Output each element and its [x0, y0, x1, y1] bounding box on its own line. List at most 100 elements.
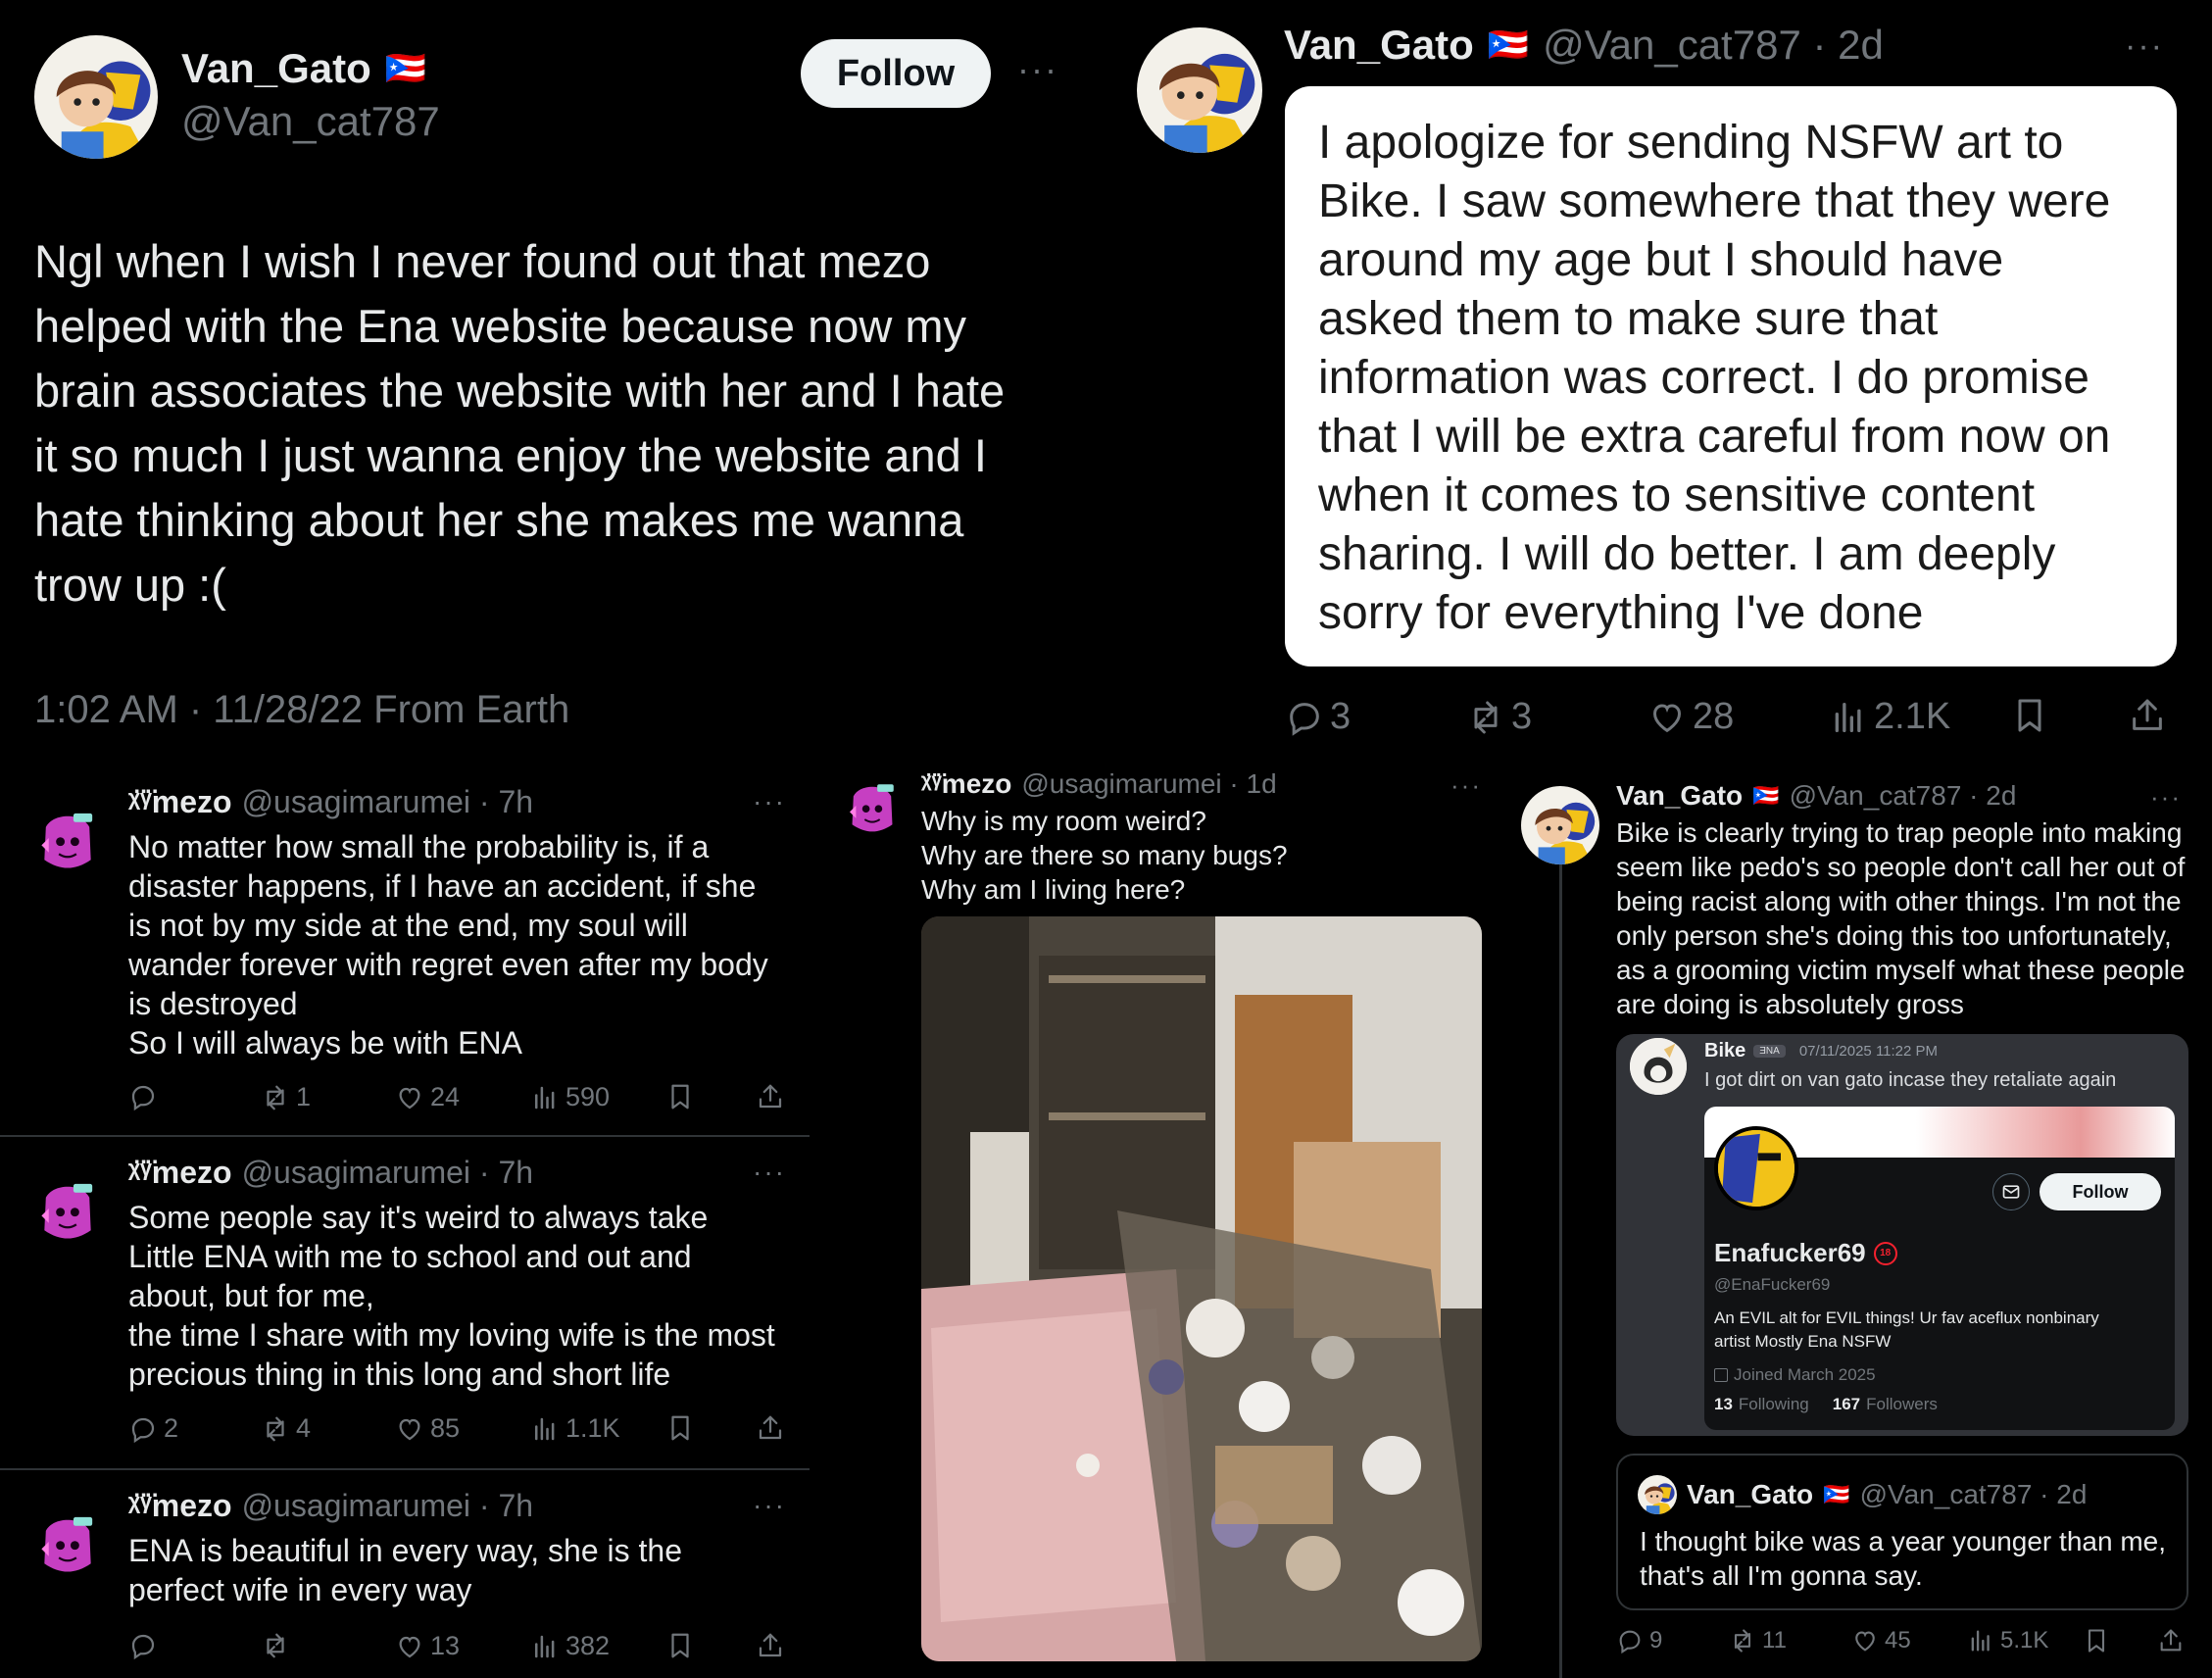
avatar[interactable]	[34, 35, 158, 159]
more-options-icon[interactable]: ···	[753, 1490, 786, 1521]
room-photo[interactable]	[921, 916, 1482, 1661]
reply-button[interactable]: 3	[1285, 696, 1351, 738]
views-count: 590	[565, 1082, 611, 1111]
author-name[interactable]: ᵡ̈ᵞ̈mezo	[128, 1155, 232, 1191]
discord-username: Bike	[1704, 1040, 1746, 1061]
message-icon[interactable]	[1992, 1173, 2030, 1210]
repost-button[interactable]: 3	[1466, 696, 1532, 738]
share-button[interactable]	[2157, 1627, 2185, 1654]
avatar	[1630, 1038, 1687, 1095]
text-line: around my age but I should have	[1318, 234, 2004, 286]
discord-screenshot[interactable]: Bike ƎNA 07/11/2025 11:22 PM I got dirt …	[1616, 1034, 2188, 1436]
author-handle[interactable]: @usagimarumei · 1d	[1021, 768, 1276, 800]
profile-follow-button[interactable]: Follow	[2040, 1173, 2161, 1210]
follow-button[interactable]: Follow	[801, 39, 991, 108]
text-line: seem like pedo's so people don't call he…	[1616, 852, 2186, 882]
like-button[interactable]: 45	[1851, 1627, 1911, 1654]
views-button[interactable]: 2.1K	[1829, 696, 1950, 738]
like-button[interactable]: 24	[395, 1082, 460, 1112]
more-options-icon[interactable]: ···	[753, 1157, 786, 1188]
bookmark-button[interactable]	[2010, 696, 2049, 735]
like-button[interactable]: 28	[1647, 696, 1734, 738]
reply-button[interactable]	[128, 1082, 164, 1111]
post-text: ENA is beautiful in every way, she is th…	[128, 1531, 682, 1609]
discord-tag-badge: ƎNA	[1753, 1045, 1786, 1058]
text-line: is destroyed	[128, 986, 298, 1021]
text-line: Ngl when I wish I never found out that m…	[34, 235, 931, 287]
text-line: disaster happens, if I have an accident,…	[128, 868, 757, 904]
author-handle[interactable]: @usagimarumei · 7h	[242, 784, 533, 820]
post-text: Some people say it's weird to always tak…	[128, 1198, 775, 1394]
quoted-tweet[interactable]: Van_Gato 🇵🇷 @Van_cat787 · 2d I thought b…	[1616, 1454, 2188, 1610]
views-button[interactable]: 590	[530, 1082, 610, 1112]
share-button[interactable]	[756, 1082, 785, 1111]
repost-button[interactable]: 11	[1729, 1627, 1787, 1654]
reply-button[interactable]: 9	[1616, 1627, 1662, 1654]
more-options-icon[interactable]: ···	[2125, 27, 2164, 66]
author-handle[interactable]: @Van_cat787	[181, 98, 440, 145]
text-line: I apologize for sending NSFW art to	[1318, 117, 2064, 169]
age-restricted-icon: 18	[1873, 1241, 1897, 1265]
avatar[interactable]	[1137, 27, 1262, 153]
text-line: ENA is beautiful in every way, she is th…	[128, 1533, 683, 1568]
avatar[interactable]	[1521, 786, 1599, 864]
bookmark-button[interactable]	[665, 1082, 695, 1111]
more-options-icon[interactable]: ···	[2150, 782, 2182, 813]
more-options-icon[interactable]: ···	[1017, 49, 1058, 90]
avatar[interactable]	[31, 1505, 104, 1578]
author-name[interactable]: ᵡ̈ᵞ̈mezo	[921, 768, 1011, 800]
bookmark-button[interactable]	[665, 1413, 695, 1443]
author-handle[interactable]: @Van_cat787 · 2d	[1790, 780, 2017, 812]
followers-count: 167	[1832, 1395, 1861, 1413]
repost-button[interactable]: 4	[261, 1413, 311, 1444]
reply-count: 3	[1330, 696, 1352, 737]
repost-count: 4	[296, 1413, 312, 1443]
bio-line: artist Mostly Ena NSFW	[1714, 1332, 1892, 1351]
reply-button[interactable]	[128, 1631, 164, 1660]
repost-button[interactable]: 1	[261, 1082, 311, 1112]
text-line: precious thing in this long and short li…	[128, 1357, 671, 1392]
author-handle[interactable]: @usagimarumei · 7h	[242, 1488, 533, 1524]
quote-text: I thought bike was a year younger than m…	[1640, 1524, 2166, 1593]
bookmark-button[interactable]	[665, 1631, 695, 1660]
views-count: 2.1K	[1874, 696, 1951, 737]
avatar[interactable]	[31, 802, 104, 874]
following-label: Following	[1738, 1395, 1809, 1413]
author-name[interactable]: Van_Gato	[181, 45, 371, 92]
author-name[interactable]: Van_Gato	[1284, 22, 1474, 69]
text-line: that's all I'm gonna say.	[1640, 1560, 1923, 1591]
avatar[interactable]	[841, 774, 904, 837]
author-handle[interactable]: @Van_cat787 · 2d	[1543, 22, 1884, 69]
followers-label: Followers	[1866, 1395, 1938, 1413]
author-name[interactable]: ᵡ̈ᵞ̈mezo	[128, 1488, 232, 1524]
more-options-icon[interactable]: ···	[753, 786, 786, 817]
text-line: hate thinking about her she makes me wan…	[34, 494, 964, 546]
text-line: Little ENA with me to school and out and	[128, 1239, 692, 1274]
text-line: brain associates the website with her an…	[34, 365, 1006, 417]
more-options-icon[interactable]: ···	[1450, 770, 1482, 801]
calendar-icon	[1714, 1368, 1728, 1382]
like-button[interactable]: 85	[395, 1413, 460, 1444]
author-name[interactable]: ᵡ̈ᵞ̈mezo	[128, 784, 232, 820]
bookmark-button[interactable]	[2083, 1627, 2110, 1654]
views-count: 5.1K	[2000, 1627, 2049, 1653]
share-button[interactable]	[2128, 696, 2167, 735]
like-button[interactable]: 13	[395, 1631, 460, 1661]
views-button[interactable]: 382	[530, 1631, 610, 1661]
share-button[interactable]	[756, 1631, 785, 1660]
views-button[interactable]: 5.1K	[1967, 1627, 2048, 1654]
reply-count: 9	[1649, 1627, 1663, 1653]
action-bar: 3 3 28 2.1K	[1285, 696, 2187, 741]
share-button[interactable]	[756, 1413, 785, 1443]
views-button[interactable]: 1.1K	[530, 1413, 620, 1444]
apology-note-image[interactable]: I apologize for sending NSFW art to Bike…	[1285, 86, 2177, 666]
repost-button[interactable]	[261, 1631, 296, 1660]
tweet-timestamp[interactable]: 1:02 AM · 11/28/22 From Earth	[34, 688, 569, 732]
text-line: being racist along with other things. I'…	[1616, 886, 2182, 916]
reply-button[interactable]: 2	[128, 1413, 178, 1444]
text-line: are doing is absolutely gross	[1616, 989, 1964, 1019]
author-handle[interactable]: @usagimarumei · 7h	[242, 1155, 533, 1191]
like-count: 45	[1885, 1627, 1911, 1653]
avatar[interactable]	[31, 1172, 104, 1245]
author-name[interactable]: Van_Gato	[1616, 780, 1743, 812]
